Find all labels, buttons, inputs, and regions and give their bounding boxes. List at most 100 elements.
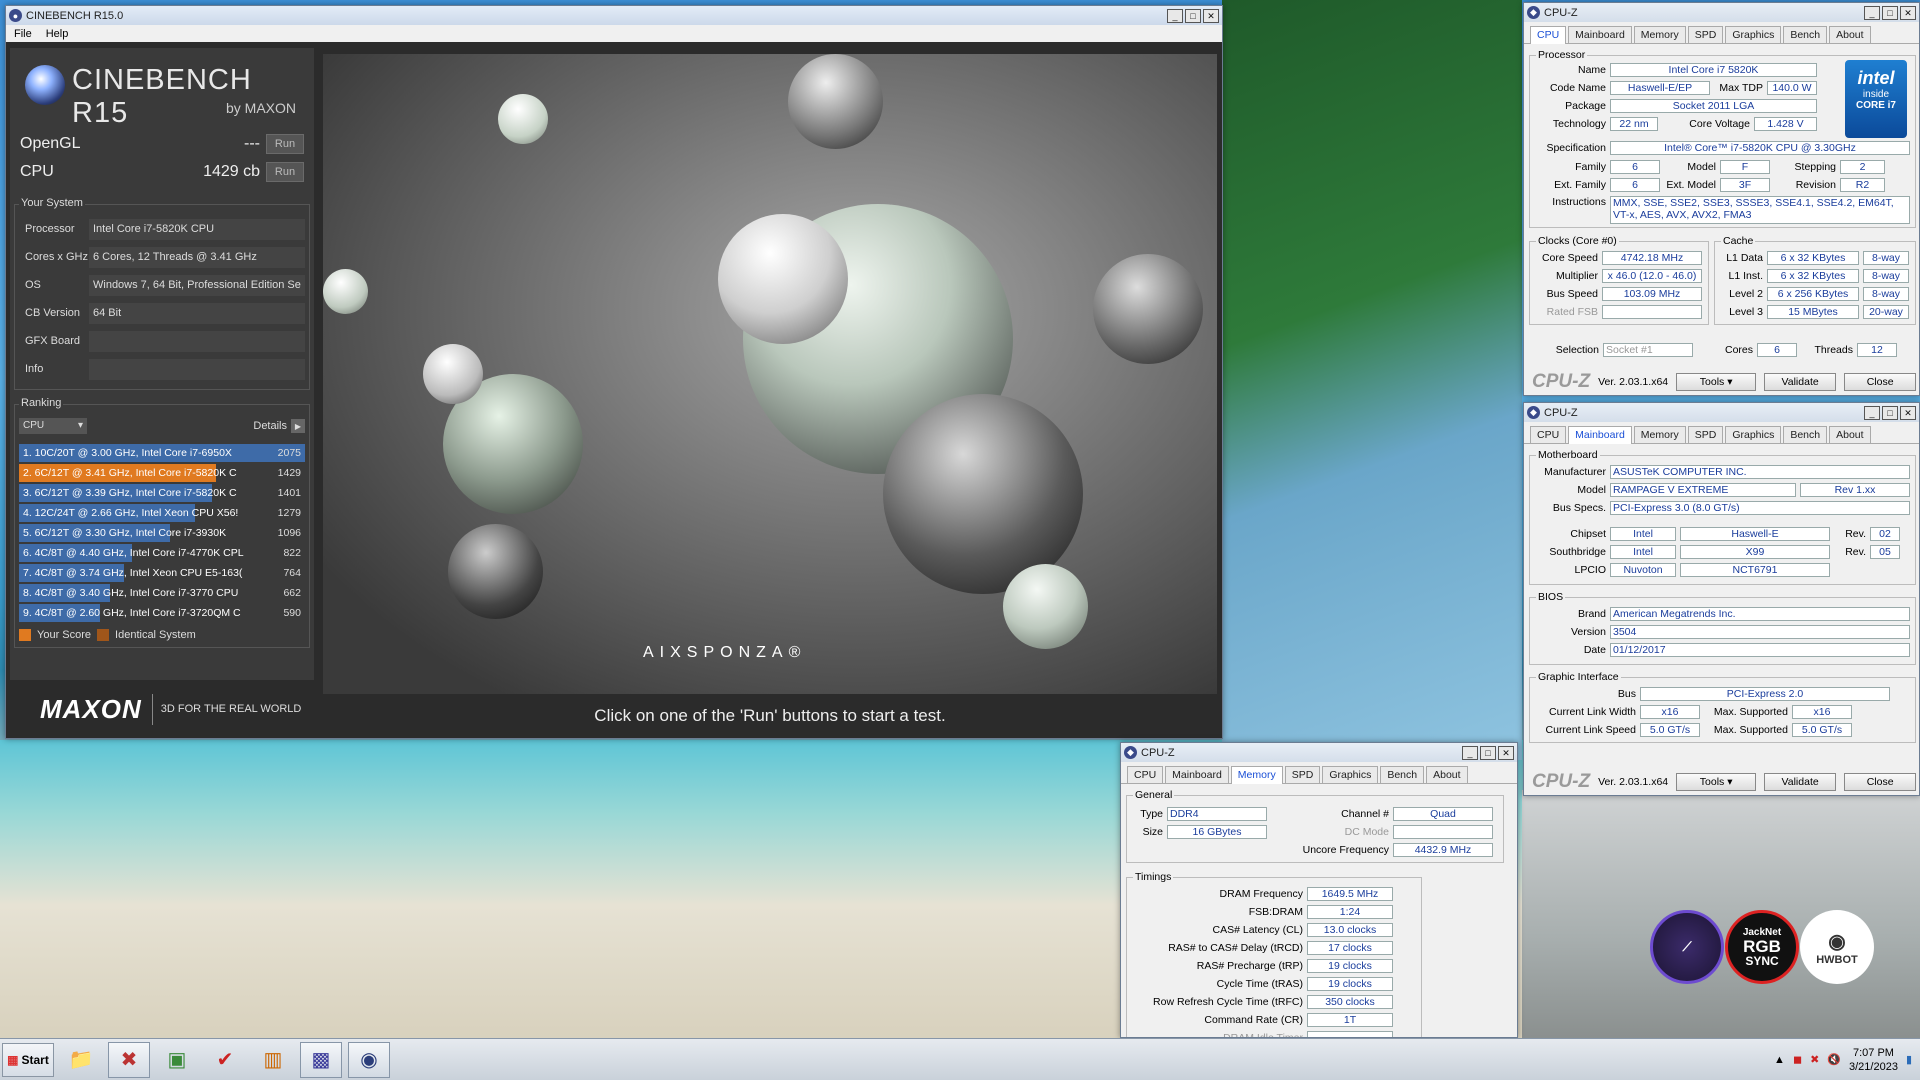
- tab-cpu[interactable]: CPU: [1530, 426, 1567, 443]
- tab-bench[interactable]: Bench: [1380, 766, 1425, 783]
- tray-app-icon[interactable]: ◼: [1793, 1053, 1802, 1066]
- tab-spd[interactable]: SPD: [1284, 766, 1321, 783]
- maximize-button[interactable]: □: [1882, 5, 1898, 20]
- tab-bench[interactable]: Bench: [1783, 26, 1828, 43]
- tab-about[interactable]: About: [1426, 766, 1468, 783]
- test-label: OpenGL: [20, 135, 81, 152]
- tab-bench[interactable]: Bench: [1783, 426, 1828, 443]
- ranking-row[interactable]: 9. 4C/8T @ 2.60 GHz, Intel Core i7-3720Q…: [19, 603, 305, 623]
- network-icon[interactable]: ✖: [1810, 1053, 1819, 1066]
- tab-mainboard[interactable]: Mainboard: [1568, 26, 1632, 43]
- volume-icon[interactable]: 🔇: [1827, 1053, 1841, 1066]
- system-value[interactable]: [89, 330, 305, 352]
- tab-graphics[interactable]: Graphics: [1725, 426, 1782, 443]
- start-button[interactable]: ▦ Start: [2, 1042, 54, 1077]
- tab-about[interactable]: About: [1829, 26, 1871, 43]
- tab-cpu[interactable]: CPU: [1530, 26, 1567, 44]
- tab-memory[interactable]: Memory: [1230, 766, 1283, 784]
- cpuz-cpu-window[interactable]: ◆ CPU-Z _ □ ✕ CPU Mainboard Memory SPD Gra…: [1523, 2, 1920, 396]
- details-button[interactable]: Details ▶: [253, 419, 305, 433]
- close-button[interactable]: ✕: [1900, 5, 1916, 20]
- system-value: 64 Bit: [89, 302, 305, 324]
- cpuz-memory-window[interactable]: ◆ CPU-Z _ □ ✕ CPU Mainboard Memory SPD Gra…: [1120, 742, 1518, 1038]
- tab-about[interactable]: About: [1829, 426, 1871, 443]
- southbridge-name: X99: [1680, 545, 1830, 559]
- cpuz-titlebar[interactable]: ◆ CPU-Z _ □ ✕: [1121, 743, 1517, 762]
- cpuz-app-icon: ◆: [1527, 6, 1540, 19]
- minimize-button[interactable]: _: [1167, 8, 1183, 23]
- ranking-text: 3. 6C/12T @ 3.39 GHz, Intel Core i7-5820…: [23, 487, 237, 499]
- menu-help[interactable]: Help: [46, 28, 69, 40]
- date-label: Date: [1583, 644, 1606, 656]
- timings-group: Timings DRAM Frequency 1649.5 MHz FSB:DRAM…: [1126, 871, 1422, 1037]
- cpuz-mainboard-window[interactable]: ◆ CPU-Z _ □ ✕ CPU Mainboard Memory SPD Gra…: [1523, 402, 1920, 796]
- close-button[interactable]: ✕: [1498, 745, 1514, 760]
- revision-value: R2: [1840, 178, 1885, 192]
- tools-button[interactable]: Tools ▾: [1676, 773, 1757, 791]
- tab-memory[interactable]: Memory: [1633, 26, 1686, 43]
- validate-button[interactable]: Validate: [1764, 773, 1837, 791]
- run-cpu-button[interactable]: Run: [266, 162, 304, 182]
- menu-file[interactable]: File: [14, 28, 32, 40]
- system-value[interactable]: [89, 358, 305, 380]
- tools-label: Tools: [1699, 376, 1725, 388]
- cpuz-titlebar[interactable]: ◆ CPU-Z _ □ ✕: [1524, 403, 1919, 422]
- cpuz-taskbar-icon[interactable]: ▩: [300, 1041, 342, 1078]
- explorer-taskbar-icon[interactable]: 📁: [60, 1042, 102, 1078]
- ranking-row[interactable]: 6. 4C/8T @ 4.40 GHz, Intel Core i7-4770K…: [19, 543, 305, 563]
- cpuz-footer: CPU-Z Ver. 2.03.1.x64 Tools ▾ Validate C…: [1524, 369, 1919, 395]
- close-button[interactable]: Close: [1844, 773, 1917, 791]
- cinebench-taskbar-icon[interactable]: ◉: [348, 1041, 390, 1078]
- instructions-value: MMX, SSE, SSE2, SSE3, SSSE3, SSE4.1, SSE…: [1610, 196, 1910, 224]
- tool-taskbar-icon[interactable]: ▥: [252, 1042, 294, 1078]
- socket-select[interactable]: Socket #1: [1603, 343, 1693, 357]
- ranking-row[interactable]: 4. 12C/24T @ 2.66 GHz, Intel Xeon CPU X5…: [19, 503, 305, 523]
- tab-mainboard[interactable]: Mainboard: [1568, 426, 1632, 444]
- system-value: 6 Cores, 12 Threads @ 3.41 GHz: [89, 246, 305, 268]
- instructions-label: Instructions: [1552, 196, 1606, 208]
- tab-spd[interactable]: SPD: [1687, 26, 1724, 43]
- ranking-list[interactable]: 1. 10C/20T @ 3.00 GHz, Intel Core i7-695…: [19, 443, 305, 622]
- validate-button[interactable]: Validate: [1764, 373, 1837, 391]
- tab-mainboard[interactable]: Mainboard: [1165, 766, 1229, 783]
- minimize-button[interactable]: _: [1462, 745, 1478, 760]
- tab-graphics[interactable]: Graphics: [1322, 766, 1379, 783]
- tab-graphics[interactable]: Graphics: [1725, 26, 1782, 43]
- run-opengl-button[interactable]: Run: [266, 134, 304, 154]
- maximize-button[interactable]: □: [1185, 8, 1201, 23]
- ranking-row[interactable]: 3. 6C/12T @ 3.39 GHz, Intel Core i7-5820…: [19, 483, 305, 503]
- maximize-button[interactable]: □: [1882, 405, 1898, 420]
- dcmode-value: [1393, 825, 1493, 839]
- minimize-button[interactable]: _: [1864, 5, 1880, 20]
- tools-button[interactable]: Tools ▾: [1676, 373, 1757, 391]
- cinebench-titlebar[interactable]: ● CINEBENCH R15.0 _ □ ✕: [6, 6, 1222, 25]
- app-taskbar-icon[interactable]: ✖: [108, 1041, 150, 1078]
- ranking-row[interactable]: 7. 4C/8T @ 3.74 GHz, Intel Xeon CPU E5-1…: [19, 563, 305, 583]
- red-app-taskbar-icon[interactable]: ✔: [204, 1042, 246, 1078]
- linkwidth-label: Current Link Width: [1549, 706, 1636, 718]
- close-button[interactable]: ✕: [1203, 8, 1219, 23]
- maximize-button[interactable]: □: [1480, 745, 1496, 760]
- close-button[interactable]: ✕: [1900, 405, 1916, 420]
- clock[interactable]: 7:07 PM 3/21/2023: [1849, 1046, 1898, 1074]
- ranking-select[interactable]: CPU: [19, 418, 87, 434]
- gpu-taskbar-icon[interactable]: ▣: [156, 1042, 198, 1078]
- show-desktop-icon[interactable]: ▮: [1906, 1053, 1912, 1066]
- system-key: Info: [25, 363, 44, 375]
- tab-cpu[interactable]: CPU: [1127, 766, 1164, 783]
- ranking-row[interactable]: 2. 6C/12T @ 3.41 GHz, Intel Core i7-5820…: [19, 463, 305, 483]
- group-label: General: [1133, 789, 1175, 801]
- tab-spd[interactable]: SPD: [1687, 426, 1724, 443]
- cpuz-titlebar[interactable]: ◆ CPU-Z _ □ ✕: [1524, 3, 1919, 22]
- l1data-ways: 8-way: [1863, 251, 1909, 265]
- intel-inside: inside: [1862, 89, 1890, 100]
- ranking-row[interactable]: 8. 4C/8T @ 3.40 GHz, Intel Core i7-3770 …: [19, 583, 305, 603]
- tray-expand-icon[interactable]: ▲: [1774, 1054, 1785, 1066]
- system-key: Processor: [25, 223, 75, 235]
- ranking-row[interactable]: 1. 10C/20T @ 3.00 GHz, Intel Core i7-695…: [19, 443, 305, 463]
- tab-memory[interactable]: Memory: [1633, 426, 1686, 443]
- ranking-row[interactable]: 5. 6C/12T @ 3.30 GHz, Intel Core i7-3930…: [19, 523, 305, 543]
- cinebench-window[interactable]: ● CINEBENCH R15.0 _ □ ✕ File Help CINEBENC…: [5, 5, 1223, 739]
- minimize-button[interactable]: _: [1864, 405, 1880, 420]
- close-button[interactable]: Close: [1844, 373, 1917, 391]
